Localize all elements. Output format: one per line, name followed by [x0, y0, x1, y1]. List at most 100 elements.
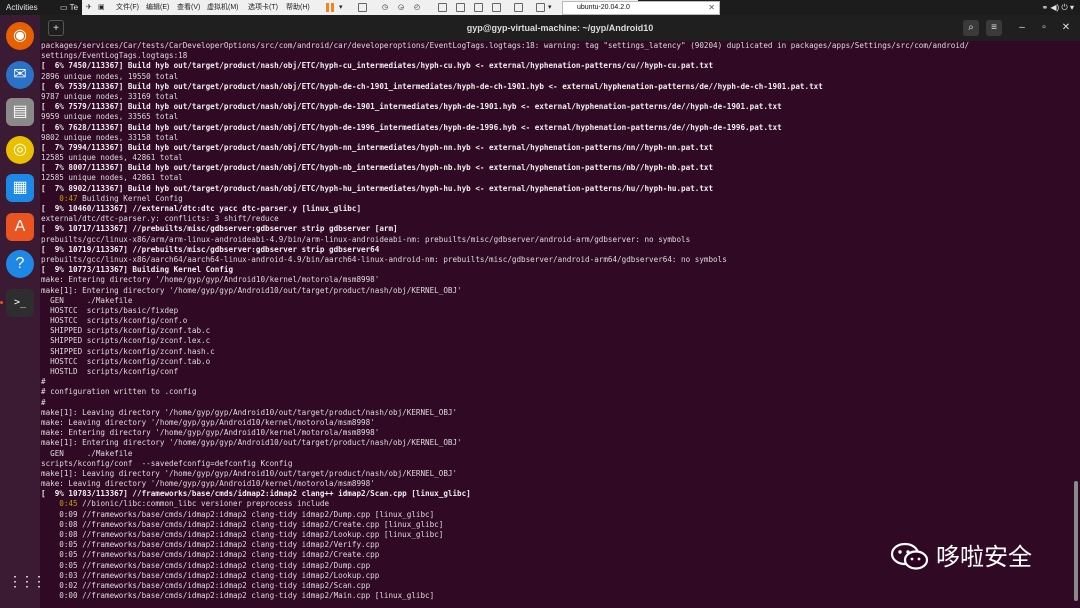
vm-menu-item[interactable]: 编辑(E) [146, 0, 169, 15]
terminal-glyph: >_ [13, 297, 27, 308]
software-icon[interactable]: A [6, 213, 34, 241]
terminal-line: 0:08 //frameworks/base/cmds/idmap2:idmap… [41, 530, 444, 539]
pause-icon[interactable] [326, 3, 335, 12]
terminal-icon[interactable]: >_ [6, 289, 34, 317]
rhythmbox-icon[interactable]: ◎ [6, 136, 34, 164]
terminal-line: make: Leaving directory '/home/gyp/gyp/A… [41, 479, 375, 489]
activities-button[interactable]: Activities [6, 0, 38, 15]
terminal-line: [ 6% 7450/113367] Build hyb out/target/p… [41, 61, 714, 71]
firefox-icon[interactable]: ◉ [6, 22, 34, 50]
terminal-line: # configuration written to .config [41, 387, 197, 397]
terminal-line: prebuilts/gcc/linux-x86/arm/arm-linux-an… [41, 234, 691, 244]
app-menu[interactable]: ▭ Te [60, 0, 78, 15]
console-icon[interactable] [514, 3, 523, 12]
vm-menu-item[interactable]: 文件(F) [116, 0, 139, 15]
scrollbar[interactable] [1073, 41, 1079, 608]
terminal-line: GEN ./Makefile [41, 295, 133, 305]
terminal-line: [ 9% 10783/113367] //frameworks/base/cmd… [41, 489, 471, 499]
terminal-line: # [41, 377, 46, 387]
rhythmbox-glyph: ◎ [13, 141, 27, 158]
terminal-line: make[1]: Entering directory '/home/gyp/g… [41, 285, 462, 295]
maximize-icon: ▫ [1042, 22, 1046, 33]
terminal-line: 2896 unique nodes, 19550 total [41, 71, 179, 81]
terminal-line: prebuilts/gcc/linux-x86/aarch64/aarch64-… [41, 254, 727, 264]
writer-icon[interactable]: ▦ [6, 174, 34, 202]
manage-snapshots-icon[interactable]: ◴ [414, 0, 420, 15]
terminal-line: make: Leaving directory '/home/gyp/gyp/A… [41, 417, 375, 427]
terminal-window: gyp@gyp-virtual-machine: ~/gyp/Android10… [40, 15, 1080, 608]
terminal-line: 0:47 Building Kernel Config [59, 193, 183, 203]
unity-icon[interactable] [474, 3, 483, 12]
files-icon[interactable]: ▤ [6, 98, 34, 126]
sidebar-icon[interactable] [438, 3, 447, 12]
terminal-output[interactable]: packages/services/Car/tests/CarDeveloper… [40, 41, 1071, 608]
pin-icon[interactable]: ✈ [86, 0, 92, 15]
elapsed-time: 0:45 [59, 499, 78, 509]
search-icon: ⌕ [968, 22, 974, 33]
thunderbird-icon[interactable]: ✉ [6, 61, 34, 89]
fullscreen-icon[interactable] [456, 3, 465, 12]
writer-glyph: ▦ [12, 179, 28, 196]
terminal-line: 9787 unique nodes, 33169 total [41, 91, 179, 101]
vm-menu-item[interactable]: 选项卡(T) [248, 0, 278, 15]
terminal-line: [ 7% 8007/113367] Build hyb out/target/p… [41, 163, 714, 173]
dock: ◉ ✉ ▤ ◎ ▦ A? >_ ⋮⋮⋮ [0, 15, 46, 608]
terminal-line: [ 7% 8902/113367] Build hyb out/target/p… [41, 183, 714, 193]
terminal-line: [ 6% 7539/113367] Build hyb out/target/p… [41, 81, 823, 91]
maximize-button[interactable]: ▫ [1036, 20, 1052, 36]
vm-tab[interactable]: ubuntu-20.04.2.0 ✕ [562, 1, 720, 15]
vmware-toolbar: ✈ ▣ 文件(F) 编辑(E) 查看(V) 虚拟机(M) 选项卡(T) 帮助(H) ▾ ◷… [82, 0, 720, 15]
search-button[interactable]: ⌕ [963, 20, 979, 36]
new-tab-button[interactable]: + [48, 20, 64, 36]
restore-snapshot-icon[interactable]: ◶ [398, 0, 404, 15]
terminal-line: SHIPPED scripts/kconfig/zconf.lex.c [41, 336, 211, 346]
help-glyph: ? [15, 255, 25, 272]
watermark-text: 哆啦安全 [936, 543, 1032, 571]
terminal-line: make[1]: Leaving directory '/home/gyp/gy… [41, 407, 458, 417]
close-tab-icon[interactable]: ✕ [708, 2, 715, 14]
running-indicator [0, 301, 3, 304]
terminal-line: 0:45 //bionic/libc:common_libc versioner… [59, 499, 330, 509]
send-keys-icon[interactable] [358, 3, 367, 12]
scrollbar-thumb[interactable] [1074, 481, 1078, 601]
terminal-line: make: Entering directory '/home/gyp/gyp/… [41, 428, 380, 438]
terminal-line: 0:03 //frameworks/base/cmds/idmap2:idmap… [41, 570, 380, 580]
title-bar: gyp@gyp-virtual-machine: ~/gyp/Android10… [40, 15, 1080, 41]
fit-window-icon[interactable] [492, 3, 501, 12]
terminal-line: make: Entering directory '/home/gyp/gyp/… [41, 275, 380, 285]
terminal-line: 0:09 //frameworks/base/cmds/idmap2:idmap… [41, 509, 435, 519]
help-icon[interactable]: ? [6, 250, 34, 278]
system-tray[interactable]: ⚭ ◀) ⏻ ▾ [1041, 0, 1074, 15]
terminal-line: [ 9% 10717/113367] //prebuilts/misc/gdbs… [41, 224, 398, 234]
thunderbird-glyph: ✉ [13, 66, 27, 83]
terminal-line: HOSTLD scripts/kconfig/conf [41, 367, 179, 376]
elapsed-time: 0:47 [59, 193, 78, 203]
close-button[interactable]: ✕ [1058, 20, 1074, 36]
plus-icon: + [53, 23, 59, 34]
dropdown-icon[interactable]: ▾ [339, 0, 343, 15]
vm-menu-item[interactable]: 帮助(H) [286, 0, 310, 15]
view-dropdown-icon[interactable]: ▾ [548, 0, 552, 15]
show-applications-icon[interactable]: ⋮⋮⋮ [8, 574, 46, 599]
wechat-icon [890, 542, 929, 570]
minimize-button[interactable]: – [1014, 20, 1030, 36]
terminal-line: 9959 unique nodes, 33565 total [41, 112, 179, 122]
terminal-line: [ 9% 10773/113367] Building Kernel Confi… [41, 265, 234, 275]
software-glyph: A [14, 218, 26, 235]
menu-button[interactable]: ≡ [986, 20, 1002, 36]
view-icon[interactable] [536, 3, 545, 12]
terminal-line: [ 9% 10460/113367] //external/dtc:dtc ya… [41, 204, 362, 213]
terminal-line: [ 6% 7579/113367] Build hyb out/target/p… [41, 102, 782, 112]
terminal-line: packages/services/Car/tests/CarDeveloper… [41, 41, 970, 50]
terminal-line: settings/EventLogTags.logtags:18 [41, 51, 188, 61]
vm-menu-item[interactable]: 虚拟机(M) [207, 0, 239, 15]
snapshot-icon[interactable]: ◷ [382, 0, 388, 15]
terminal-line: HOSTCC scripts/kconfig/zconf.tab.o [41, 356, 211, 366]
vm-menu-item[interactable]: 查看(V) [177, 0, 200, 15]
terminal-line: [ 7% 7994/113367] Build hyb out/target/p… [41, 142, 714, 152]
terminal-line: scripts/kconfig/conf --savedefconfig=def… [41, 458, 293, 468]
window-title: gyp@gyp-virtual-machine: ~/gyp/Android10 [466, 23, 654, 33]
terminal-line: 0:00 //frameworks/base/cmds/idmap2:idmap… [41, 591, 435, 601]
terminal-line: [ 9% 10719/113367] //prebuilts/misc/gdbs… [41, 244, 380, 254]
terminal-line: external/dtc/dtc-parser.y: conflicts: 3 … [41, 214, 279, 224]
